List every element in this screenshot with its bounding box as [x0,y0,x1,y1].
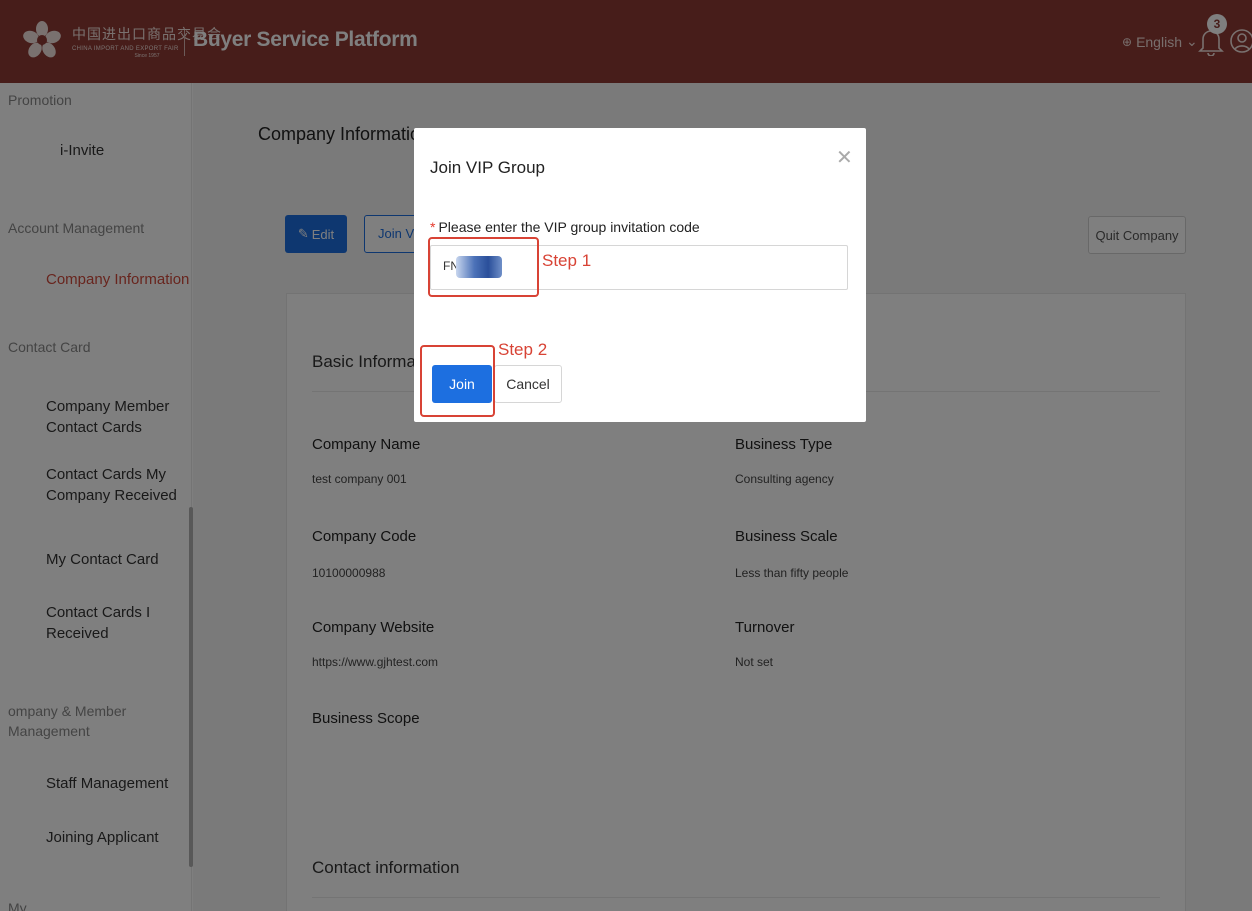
step2-highlight-box [420,345,495,417]
invitation-code-label: * Please enter the VIP group invitation c… [430,219,700,235]
dialog-title: Join VIP Group [430,158,545,177]
required-asterisk: * [430,219,436,235]
close-icon[interactable]: ✕ [836,148,853,168]
step2-label: Step 2 [498,340,548,359]
cancel-button[interactable]: Cancel [494,365,562,403]
invitation-code-label-text: Please enter the VIP group invitation co… [438,219,700,235]
step1-highlight-box [428,237,539,297]
step1-label: Step 1 [542,251,592,270]
